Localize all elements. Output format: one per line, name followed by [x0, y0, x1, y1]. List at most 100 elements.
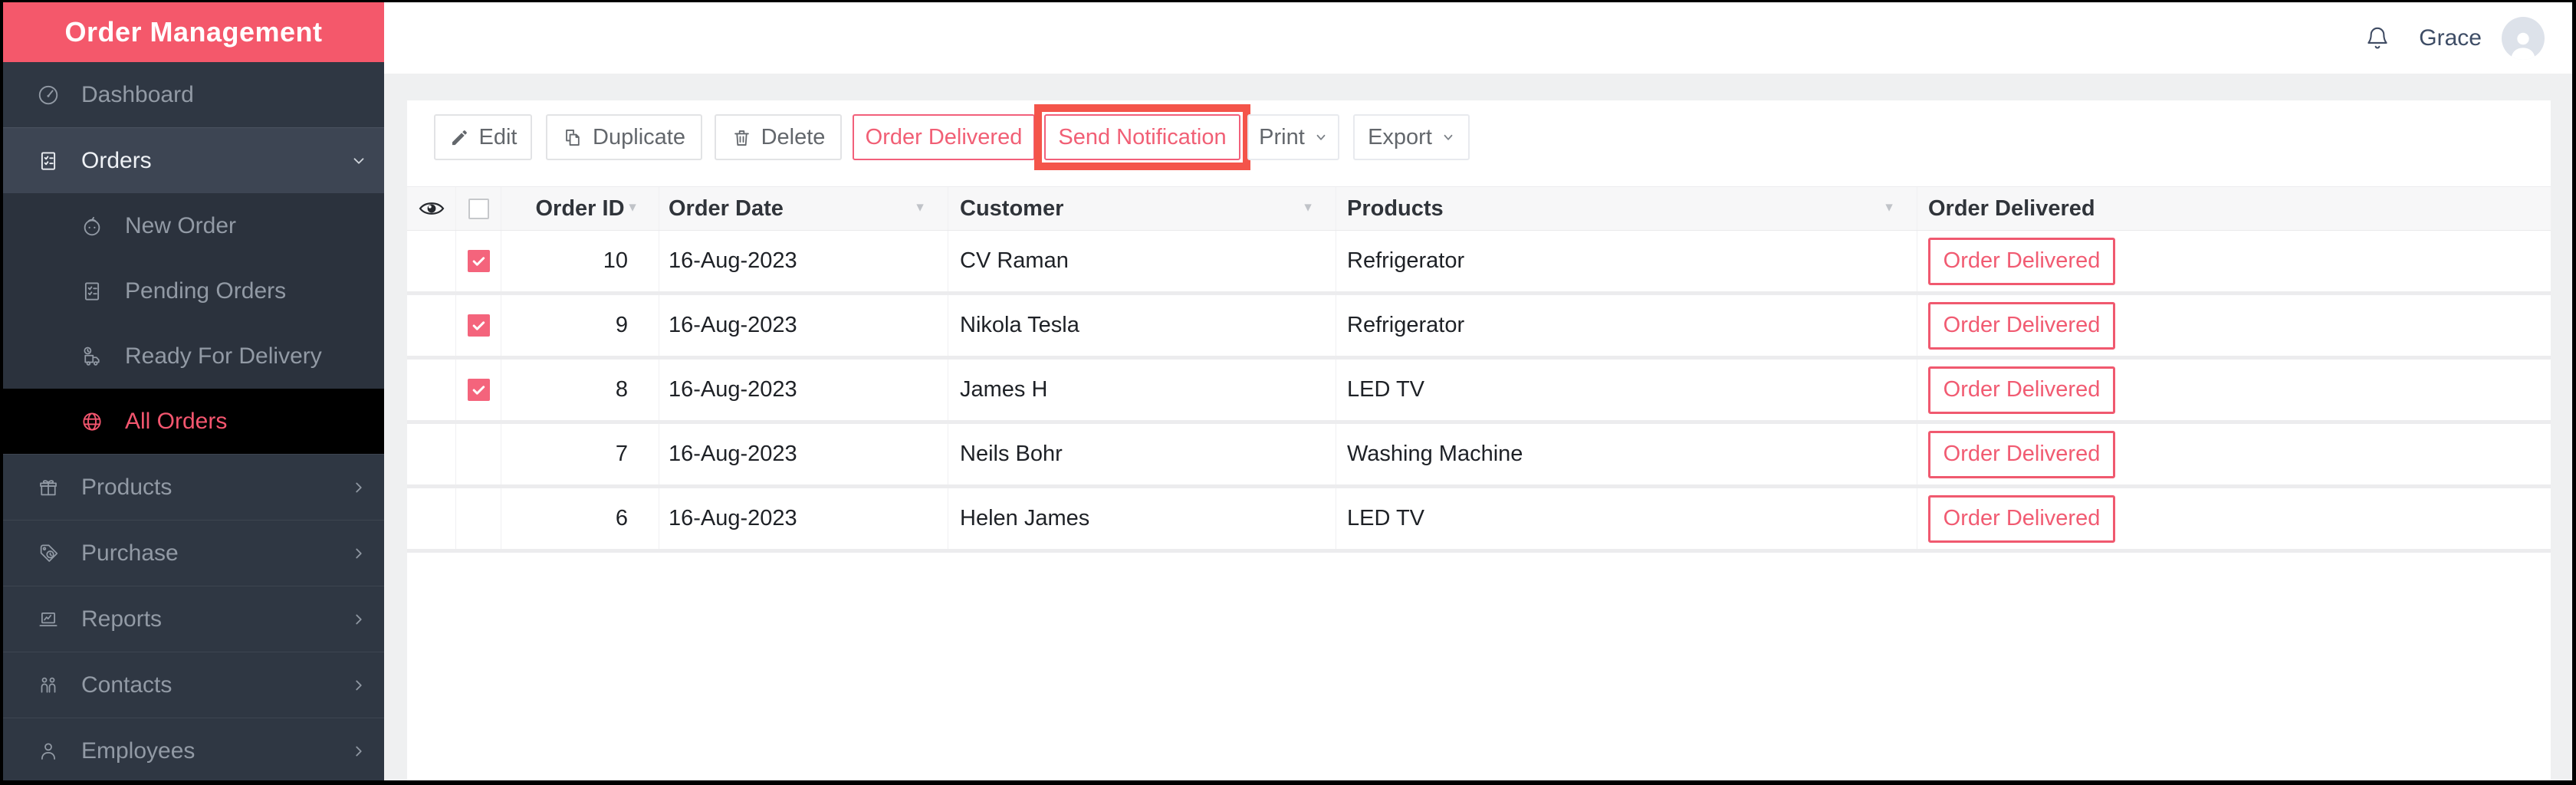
sidebar-item-employees[interactable]: Employees	[3, 718, 384, 780]
table-row: 9 16-Aug-2023 Nikola Tesla Refrigerator …	[407, 295, 2551, 360]
products-cell: LED TV	[1336, 488, 1917, 549]
row-order-delivered-button[interactable]: Order Delivered	[1928, 238, 2115, 285]
all-orders-icon	[80, 409, 104, 434]
customer-cell: James H	[948, 360, 1336, 420]
customer-cell: Helen James	[948, 488, 1336, 549]
employees-icon	[36, 739, 61, 764]
send-notification-button[interactable]: Send Notification	[1044, 114, 1240, 160]
toolbar: Edit Duplicate Delete Order Delivered Se…	[407, 100, 2551, 200]
export-button[interactable]: Export	[1353, 114, 1470, 160]
sidebar-item-purchase[interactable]: Purchase	[3, 520, 384, 586]
sort-triangle-icon[interactable]: ▼	[1883, 202, 1895, 215]
row-checkbox-cell[interactable]	[456, 295, 501, 356]
products-cell: Refrigerator	[1336, 295, 1917, 356]
products-cell: Washing Machine	[1336, 424, 1917, 484]
duplicate-button[interactable]: Duplicate	[546, 114, 702, 160]
table-row: 8 16-Aug-2023 James H LED TV Order Deliv…	[407, 360, 2551, 424]
pending-orders-icon	[80, 279, 104, 304]
row-checkbox-checked[interactable]	[468, 379, 490, 401]
chevron-down-icon	[1441, 130, 1455, 144]
sidebar-item-ready-for-delivery[interactable]: Ready For Delivery	[3, 324, 384, 389]
user-name[interactable]: Grace	[2419, 25, 2482, 51]
checkbox-unchecked[interactable]	[468, 199, 489, 219]
order-date-cell: 16-Aug-2023	[659, 488, 948, 549]
table-body: 10 16-Aug-2023 CV Raman Refrigerator Ord…	[407, 231, 2551, 553]
sidebar-item-all-orders[interactable]: All Orders	[3, 389, 384, 454]
row-checkbox-cell[interactable]	[456, 488, 501, 549]
main-panel: Edit Duplicate Delete Order Delivered Se…	[407, 100, 2551, 780]
bell-icon[interactable]	[2364, 25, 2390, 52]
sort-triangle-icon[interactable]: ▼	[626, 202, 639, 215]
chevron-down-icon	[350, 153, 367, 169]
row-order-delivered-button[interactable]: Order Delivered	[1928, 302, 2115, 350]
edit-button[interactable]: Edit	[434, 114, 532, 160]
sidebar-item-orders[interactable]: Orders	[3, 127, 384, 193]
sidebar-item-new-order[interactable]: New Order	[3, 193, 384, 258]
chevron-right-icon	[350, 611, 367, 628]
table-header-row: Order ID▼ Order Date▼ Customer▼ Products…	[407, 186, 2551, 231]
row-checkbox-checked[interactable]	[468, 250, 490, 272]
ready-for-delivery-icon	[80, 344, 104, 369]
sidebar-item-reports[interactable]: Reports	[3, 586, 384, 652]
customer-cell: CV Raman	[948, 231, 1336, 291]
chevron-down-icon	[1314, 130, 1328, 144]
show-hide-columns-button[interactable]	[407, 187, 456, 230]
table-row: 10 16-Aug-2023 CV Raman Refrigerator Ord…	[407, 231, 2551, 295]
sort-triangle-icon[interactable]: ▼	[1302, 202, 1314, 215]
print-button[interactable]: Print	[1247, 114, 1339, 160]
column-header-order-date[interactable]: Order Date▼	[659, 187, 948, 230]
sidebar-item-contacts[interactable]: Contacts	[3, 652, 384, 718]
delete-button[interactable]: Delete	[715, 114, 842, 160]
row-checkbox-cell[interactable]	[456, 424, 501, 484]
order-date-cell: 16-Aug-2023	[659, 231, 948, 291]
products-cell: Refrigerator	[1336, 231, 1917, 291]
orders-icon	[36, 149, 61, 173]
sidebar-item-pending-orders[interactable]: Pending Orders	[3, 258, 384, 324]
row-checkbox-unchecked[interactable]	[468, 443, 490, 465]
row-checkbox-cell[interactable]	[456, 360, 501, 420]
row-order-delivered-button[interactable]: Order Delivered	[1928, 366, 2115, 414]
order-id-cell: 8	[501, 360, 659, 420]
order-id-cell: 6	[501, 488, 659, 549]
order-delivered-toolbar-button[interactable]: Order Delivered	[853, 114, 1035, 160]
table-row: 6 16-Aug-2023 Helen James LED TV Order D…	[407, 488, 2551, 553]
sidebar-nav: Dashboard Orders New Order Pending Order…	[3, 62, 384, 780]
sidebar-header: Order Management	[3, 2, 384, 62]
app-title: Order Management	[64, 16, 322, 48]
sidebar-item-dashboard[interactable]: Dashboard	[3, 62, 384, 127]
products-icon	[36, 475, 61, 500]
chevron-right-icon	[350, 743, 367, 760]
reports-icon	[36, 607, 61, 632]
column-header-customer[interactable]: Customer▼	[948, 187, 1336, 230]
order-id-cell: 7	[501, 424, 659, 484]
column-header-order-delivered: Order Delivered	[1917, 187, 2551, 230]
sidebar-item-products[interactable]: Products	[3, 454, 384, 520]
customer-cell: Nikola Tesla	[948, 295, 1336, 356]
eye-icon	[419, 200, 445, 217]
order-date-cell: 16-Aug-2023	[659, 424, 948, 484]
select-all-checkbox[interactable]	[456, 187, 501, 230]
sort-triangle-icon[interactable]: ▼	[914, 202, 926, 215]
column-header-products[interactable]: Products▼	[1336, 187, 1917, 230]
app-window: Order Management Dashboard Orders New Or…	[0, 0, 2576, 785]
row-checkbox-unchecked[interactable]	[468, 507, 490, 530]
order-date-cell: 16-Aug-2023	[659, 360, 948, 420]
table-row: 7 16-Aug-2023 Neils Bohr Washing Machine…	[407, 424, 2551, 488]
order-date-cell: 16-Aug-2023	[659, 295, 948, 356]
highlight-annotation: Send Notification	[1034, 104, 1250, 170]
chevron-right-icon	[350, 479, 367, 496]
row-checkbox-cell[interactable]	[456, 231, 501, 291]
sidebar: Order Management Dashboard Orders New Or…	[3, 2, 384, 780]
column-header-order-id[interactable]: Order ID▼	[501, 187, 659, 230]
pencil-icon	[449, 127, 470, 148]
row-order-delivered-button[interactable]: Order Delivered	[1928, 495, 2115, 543]
avatar[interactable]	[2502, 17, 2545, 60]
dashboard-icon	[36, 83, 61, 107]
orders-table: Order ID▼ Order Date▼ Customer▼ Products…	[407, 186, 2551, 553]
row-checkbox-checked[interactable]	[468, 314, 490, 337]
order-id-cell: 10	[501, 231, 659, 291]
screen: Order Management Dashboard Orders New Or…	[3, 2, 2572, 780]
order-id-cell: 9	[501, 295, 659, 356]
chevron-right-icon	[350, 677, 367, 694]
row-order-delivered-button[interactable]: Order Delivered	[1928, 431, 2115, 478]
